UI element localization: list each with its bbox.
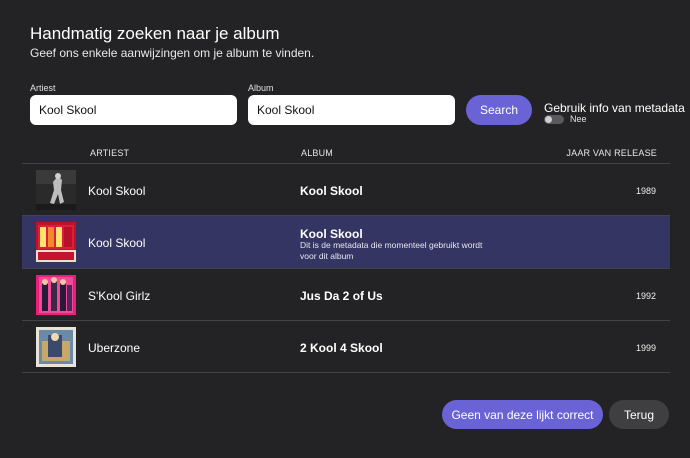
- row-artist: S'Kool Girlz: [88, 289, 151, 303]
- album-cover-kool-skool-icon: [36, 222, 76, 262]
- metadata-toggle-state: Nee: [570, 114, 587, 124]
- back-button[interactable]: Terug: [609, 400, 669, 429]
- metadata-toggle[interactable]: [544, 115, 564, 124]
- artist-field-label: Artiest: [30, 83, 56, 93]
- row-artist: Kool Skool: [88, 184, 146, 198]
- album-cover-uberzone-icon: [36, 327, 76, 367]
- row-year: 1999: [635, 343, 656, 353]
- table-row-selected[interactable]: Kool Skool Kool Skool Dit is de metadata…: [22, 216, 670, 268]
- metadata-option-label: Gebruik info van metadata: [544, 101, 685, 115]
- album-field-label: Album: [248, 83, 274, 93]
- none-correct-button[interactable]: Geen van deze lijkt correct: [442, 400, 603, 429]
- column-header-year: JAAR VAN RELEASE: [566, 148, 657, 158]
- dialog-title: Handmatig zoeken naar je album: [30, 24, 280, 43]
- row-album: Kool Skool: [300, 227, 363, 241]
- album-input[interactable]: [248, 95, 455, 125]
- table-row[interactable]: Kool Skool Kool Skool 1989: [22, 164, 670, 216]
- album-cover-pink-group-icon: [36, 275, 76, 315]
- row-artist: Kool Skool: [88, 236, 146, 250]
- artist-input[interactable]: [30, 95, 237, 125]
- search-button[interactable]: Search: [466, 95, 532, 125]
- row-album: Kool Skool: [300, 184, 363, 198]
- row-album: Jus Da 2 of Us: [300, 289, 383, 303]
- album-cover-dark-photo-icon: [36, 170, 76, 210]
- row-year: 1989: [635, 186, 656, 196]
- table-row[interactable]: Uberzone 2 Kool 4 Skool 1999: [22, 321, 670, 373]
- column-header-artist: ARTIEST: [90, 148, 130, 158]
- table-row[interactable]: S'Kool Girlz Jus Da 2 of Us 1992: [22, 269, 670, 321]
- toggle-knob: [545, 116, 552, 123]
- row-album: 2 Kool 4 Skool: [300, 341, 383, 355]
- dialog-subtitle: Geef ons enkele aanwijzingen om je album…: [30, 46, 315, 60]
- column-header-album: ALBUM: [301, 148, 334, 158]
- divider: [22, 372, 670, 373]
- row-year: 1992: [635, 291, 656, 301]
- row-artist: Uberzone: [88, 341, 141, 355]
- current-metadata-note: Dit is de metadata die momenteel gebruik…: [300, 240, 483, 261]
